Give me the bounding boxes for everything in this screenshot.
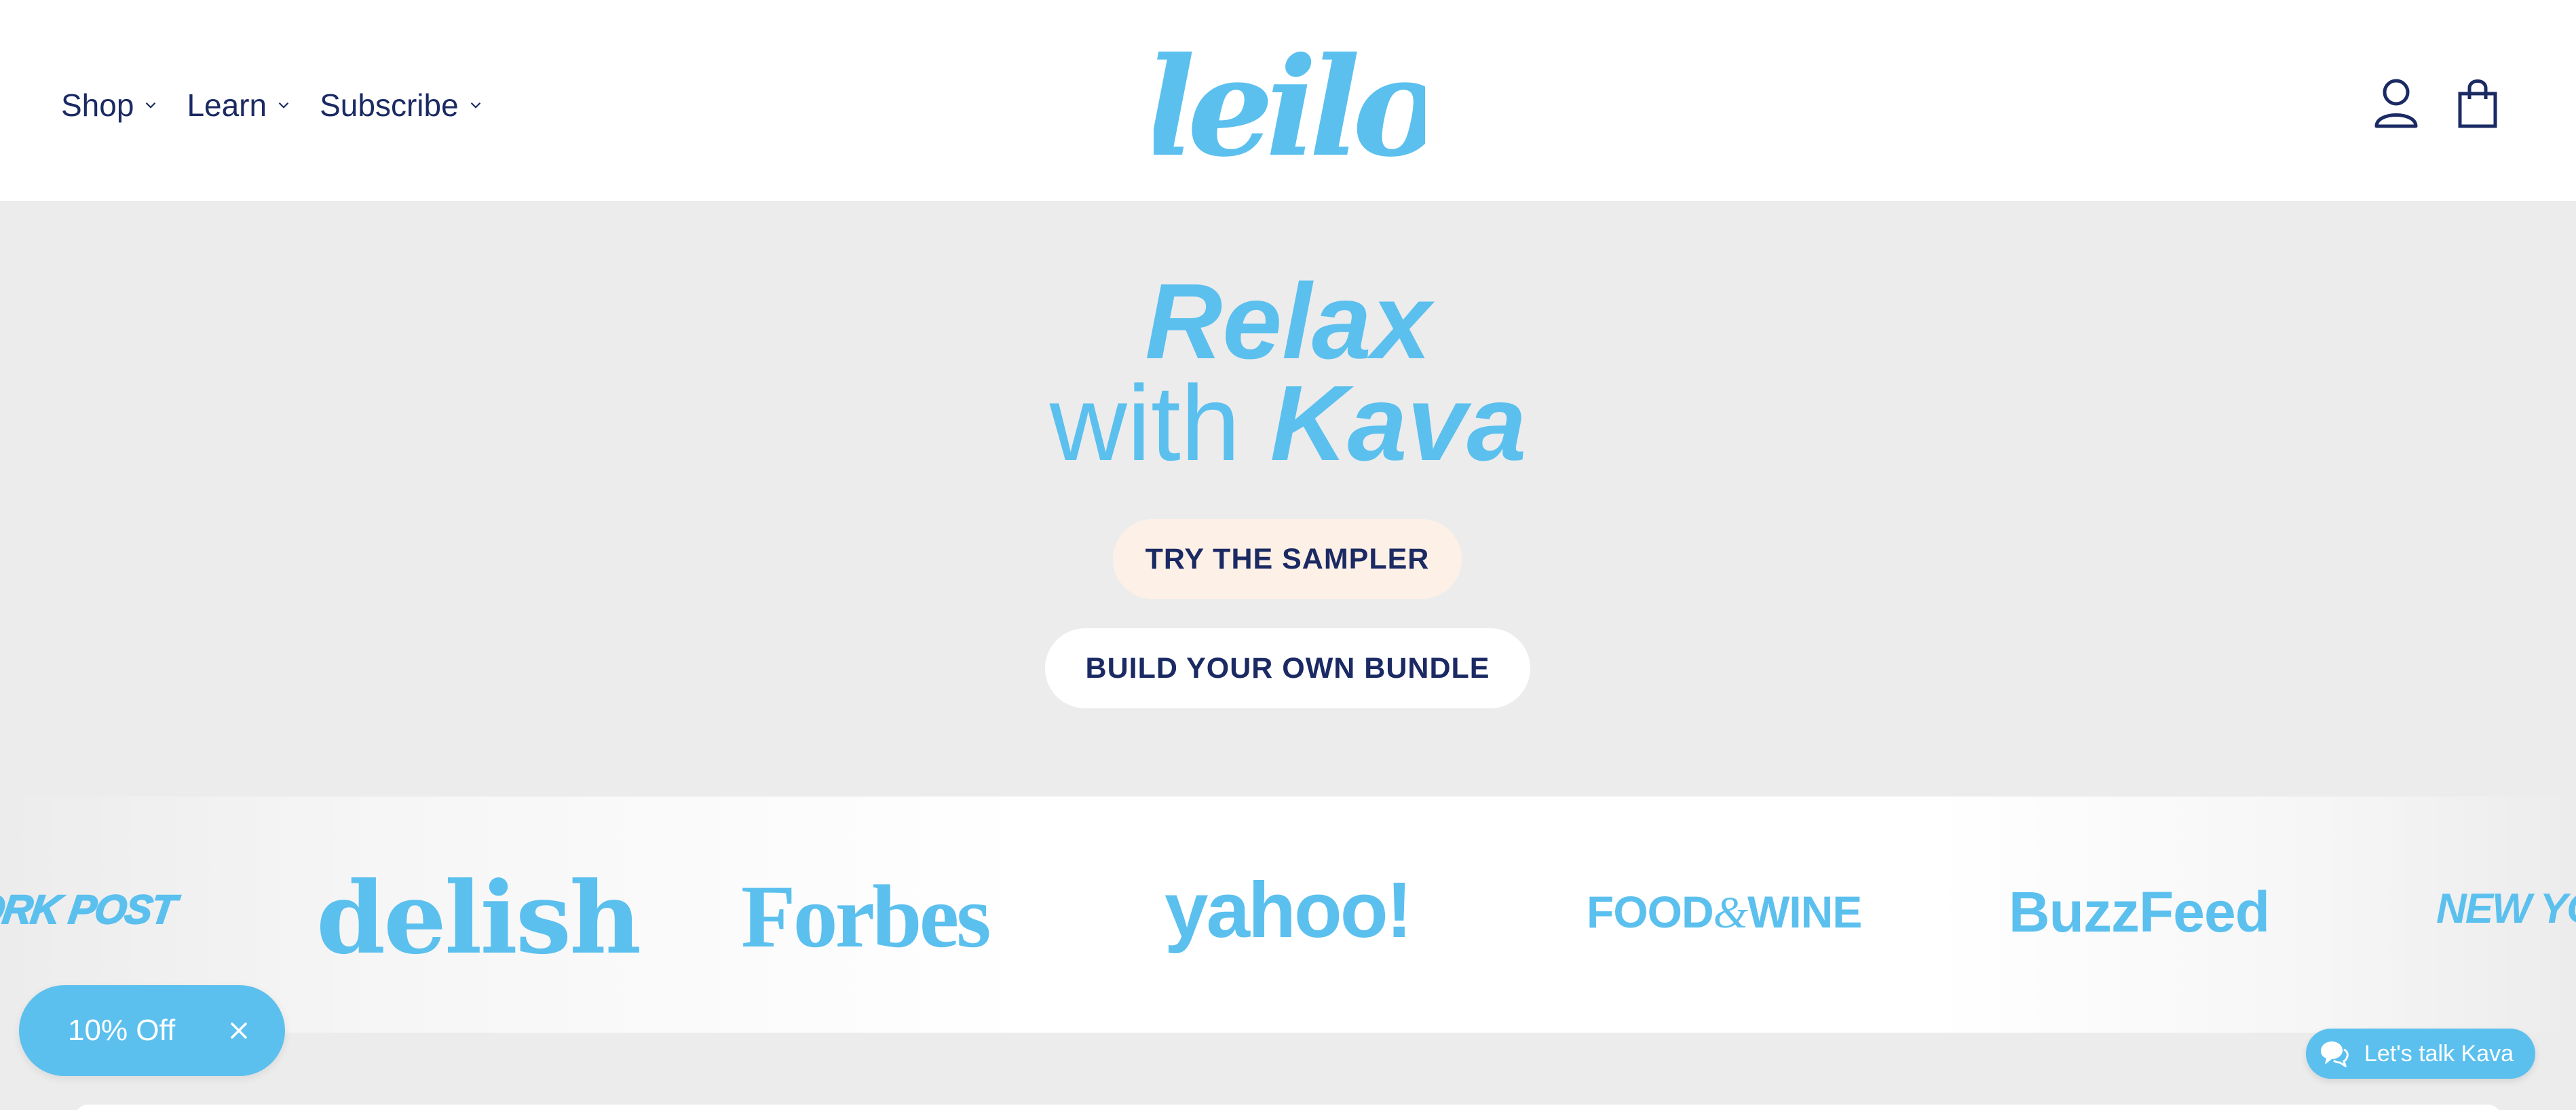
account-icon[interactable] <box>2372 76 2420 130</box>
press-logo-ny-post: ORK POST <box>0 886 178 933</box>
hero-line-1: Relax <box>1145 262 1431 381</box>
chevron-down-icon <box>278 102 289 109</box>
press-logo-new-york: NEW YOR <box>2436 885 2576 932</box>
hero-heading: Relax with Kava <box>0 268 2576 477</box>
press-logo-food-wine: FOOD&WINE <box>1587 886 1862 939</box>
content-card <box>75 1105 2501 1110</box>
nav-shop[interactable]: Shop <box>61 87 159 123</box>
main-nav: Shop Learn Subscribe <box>61 87 512 123</box>
nav-learn[interactable]: Learn <box>187 87 292 123</box>
hero-line-2-bold: Kava <box>1270 364 1527 483</box>
press-food-amp: & <box>1713 888 1748 938</box>
press-logos-band: ORK POST delish Forbes yahoo! FOOD&WINE … <box>0 797 2576 1033</box>
chevron-down-icon <box>146 102 156 109</box>
page: Shop Learn Subscribe leilo Relax with Ka… <box>0 0 2576 1110</box>
chevron-down-icon <box>470 102 480 109</box>
header-actions <box>2372 76 2501 130</box>
nav-shop-label: Shop <box>61 88 134 123</box>
leilo-logo[interactable]: leilo <box>1154 27 1425 176</box>
chat-label: Let's talk Kava <box>2364 1040 2514 1067</box>
press-logo-forbes: Forbes <box>741 866 991 966</box>
nav-learn-label: Learn <box>187 88 267 123</box>
close-icon[interactable] <box>227 1018 251 1043</box>
press-food-word: FOOD <box>1587 887 1714 937</box>
press-logo-buzzfeed: BuzzFeed <box>2009 880 2270 944</box>
discount-label: 10% Off <box>68 1014 176 1047</box>
press-wine-word: WINE <box>1747 887 1862 937</box>
build-bundle-button[interactable]: BUILD YOUR OWN BUNDLE <box>1045 628 1530 708</box>
press-logo-yahoo: yahoo! <box>1164 866 1412 954</box>
nav-subscribe-label: Subscribe <box>320 88 459 123</box>
hero-line-2: with Kava <box>0 370 2576 477</box>
hero-line-2-regular: with <box>1049 364 1240 483</box>
nav-subscribe[interactable]: Subscribe <box>320 87 485 123</box>
logo-text: leilo <box>1154 28 1425 176</box>
discount-popup-button[interactable]: 10% Off <box>19 985 285 1076</box>
chat-button[interactable]: Let's talk Kava <box>2306 1029 2535 1079</box>
cart-icon[interactable] <box>2454 76 2501 130</box>
chat-bubble-icon <box>2321 1041 2349 1067</box>
try-sampler-button[interactable]: TRY THE SAMPLER <box>1113 519 1462 599</box>
press-logo-delish: delish <box>316 860 641 976</box>
site-header: Shop Learn Subscribe leilo <box>0 0 2576 201</box>
